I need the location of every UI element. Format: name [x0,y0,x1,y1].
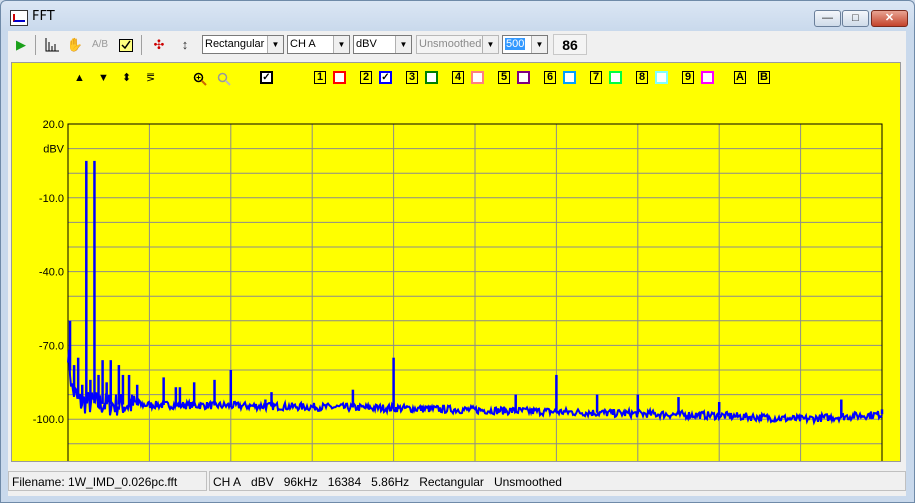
status-fft-size: 16384 [327,475,362,489]
trace-1-label[interactable]: 1 [314,71,326,84]
trace-1-checkbox[interactable] [333,71,346,84]
app-chart-icon [10,10,28,26]
trace-6-checkbox[interactable] [563,71,576,84]
trace-7-checkbox[interactable] [609,71,622,84]
trace-7-label[interactable]: 7 [590,71,602,84]
window-function-value: Rectangular [205,38,265,50]
show-all-checkbox[interactable]: ✓ [260,71,273,84]
averages-select[interactable]: 500 ▼ [502,35,548,54]
y-axis-unit-label: dBV [43,144,64,156]
cursor-cross-icon[interactable]: ✣ [149,35,169,55]
y-tick-label: -10.0 [39,193,64,205]
status-unit: dBV [251,475,274,489]
smoothing-select[interactable]: Unsmoothed ▼ [416,35,499,54]
y-tick-label: 20.0 [43,119,64,131]
spectrum-icon[interactable] [42,35,62,55]
chevron-down-icon[interactable]: ▼ [482,36,498,53]
chevron-down-icon[interactable]: ▼ [333,36,349,53]
status-sample-rate: 96kHz [283,475,318,489]
trace-5-label[interactable]: 5 [498,71,510,84]
trace-6-label[interactable]: 6 [544,71,556,84]
channel-select[interactable]: CH A ▼ [287,35,350,54]
trace-2-label[interactable]: 2 [360,71,372,84]
plot-panel: ▲ ▼ ⬍ ⪚ ✓ 1 2 ✓ 3 4 5 6 7 8 9 A B 20.0 -10.0 -40.0 -… [11,62,901,462]
client-area: ▶ ✋ A/B ✣ ↕ Rectangular ▼ CH A ▼ dBV ▼ U… [8,31,906,496]
ab-compare-icon[interactable]: A/B [90,35,110,55]
window-function-select[interactable]: Rectangular ▼ [202,35,284,54]
unit-value: dBV [356,38,377,50]
contract-vertical-icon[interactable]: ⪚ [146,72,155,85]
toolbar-separator [35,35,36,55]
trace-3-checkbox[interactable] [425,71,438,84]
toolbar-separator [141,35,142,55]
checklist-icon[interactable] [116,35,136,55]
scale-fit-icon[interactable]: ↕ [175,35,195,55]
play-icon[interactable]: ▶ [11,35,31,55]
window-title: FFT [32,9,55,24]
toolbar: ▶ ✋ A/B ✣ ↕ Rectangular ▼ CH A ▼ dBV ▼ U… [8,31,906,59]
averages-value: 500 [505,38,526,50]
fft-chart[interactable]: 20.0-10.0-40.0-70.0-100.0-130.0dBV040008… [12,93,901,462]
status-info: CH A dBV 96kHz 16384 5.86Hz Rectangular … [209,471,906,491]
marker-a-button[interactable]: A [734,71,746,84]
status-filename: Filename: 1W_IMD_0.026pc.fft [8,471,207,491]
trace-8-checkbox[interactable] [655,71,668,84]
zoom-in-icon[interactable] [193,72,207,90]
chevron-down-icon[interactable]: ▼ [267,36,283,53]
scroll-up-icon[interactable]: ▲ [74,72,85,85]
average-count: 86 [553,34,587,55]
y-tick-label: -70.0 [39,340,64,352]
trace-5-checkbox[interactable] [517,71,530,84]
scroll-down-icon[interactable]: ▼ [98,72,109,85]
fft-window: FFT — □ ✕ ▶ ✋ A/B ✣ ↕ Rectangular ▼ CH A [0,0,915,503]
trace-4-label[interactable]: 4 [452,71,464,84]
channel-value: CH A [290,38,316,50]
maximize-button[interactable]: □ [842,10,869,27]
minimize-button[interactable]: — [814,10,841,27]
zoom-out-icon[interactable] [217,72,231,90]
expand-vertical-icon[interactable]: ⬍ [122,72,131,85]
unit-select[interactable]: dBV ▼ [353,35,412,54]
y-tick-label: -40.0 [39,267,64,279]
status-resolution: 5.86Hz [371,475,410,489]
status-smoothing: Unsmoothed [493,475,562,489]
trace-9-checkbox[interactable] [701,71,714,84]
marker-b-button[interactable]: B [758,71,770,84]
chevron-down-icon[interactable]: ▼ [395,36,411,53]
trace-4-checkbox[interactable] [471,71,484,84]
trace-9-label[interactable]: 9 [682,71,694,84]
status-channel: CH A [213,475,242,489]
trace-2-checkbox[interactable]: ✓ [379,71,392,84]
smoothing-value: Unsmoothed [419,38,482,50]
hand-icon[interactable]: ✋ [65,35,85,55]
close-button[interactable]: ✕ [871,10,908,27]
y-tick-label: -100.0 [33,414,64,426]
chevron-down-icon[interactable]: ▼ [531,36,547,53]
status-bar: Filename: 1W_IMD_0.026pc.fft CH A dBV 96… [8,469,906,493]
status-window: Rectangular [419,475,484,489]
title-bar[interactable]: FFT — □ ✕ [1,1,914,31]
trace-3-label[interactable]: 3 [406,71,418,84]
trace-8-label[interactable]: 8 [636,71,648,84]
